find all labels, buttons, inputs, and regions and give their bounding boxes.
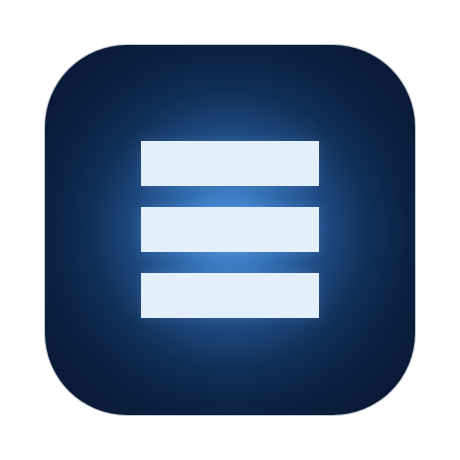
menu-icon	[141, 141, 319, 319]
app-icon[interactable]	[45, 45, 415, 415]
menu-bar-middle	[141, 207, 319, 252]
menu-bar-top	[141, 141, 319, 186]
screenshot-canvas	[0, 0, 460, 460]
menu-bar-bottom	[141, 273, 319, 318]
